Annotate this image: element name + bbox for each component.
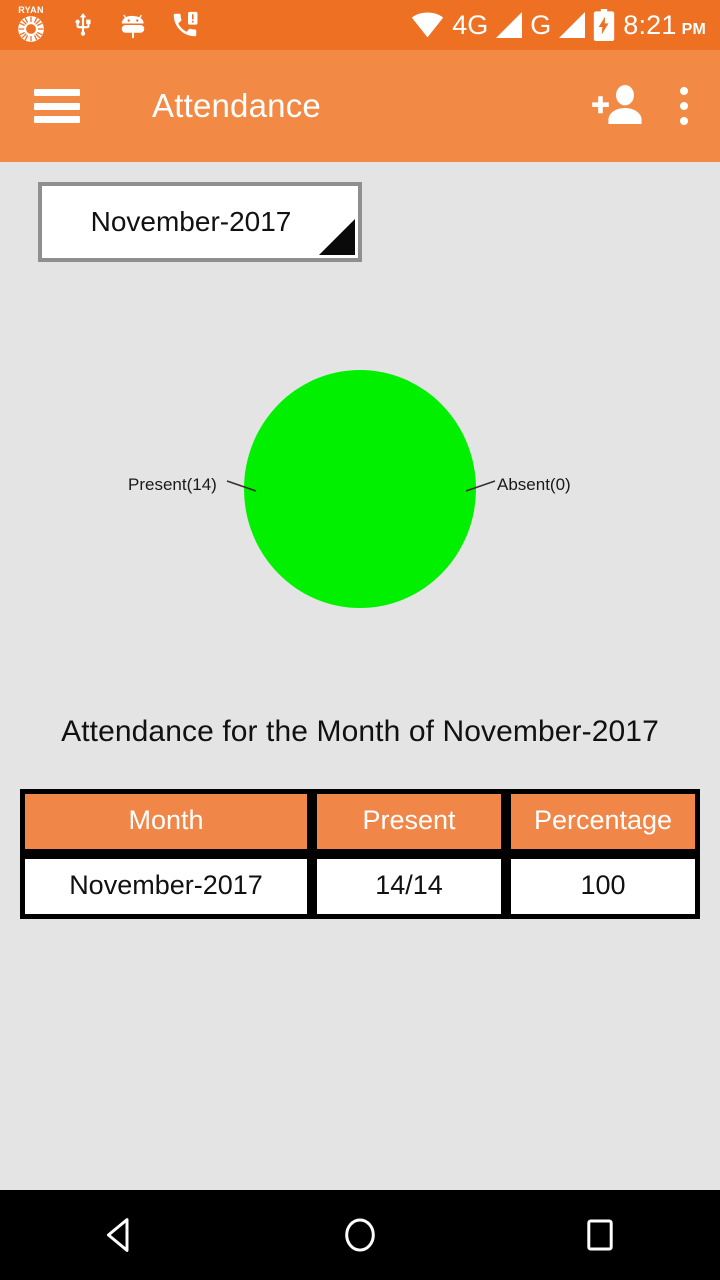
overflow-dot-2 <box>680 102 688 110</box>
network-type-secondary: G <box>530 9 552 40</box>
back-button[interactable] <box>60 1190 180 1280</box>
network-type-primary: 4G <box>452 9 489 40</box>
signal-bars-secondary-icon <box>559 12 586 38</box>
recents-button[interactable] <box>540 1190 660 1280</box>
android-debug-icon <box>121 14 145 39</box>
back-triangle-icon <box>106 1218 129 1252</box>
table-row: November-2017 14/14 100 <box>20 854 700 919</box>
attendance-table: Month Present Percentage November-2017 1… <box>20 789 700 919</box>
app-screen: RYAN 4G G 8:21 PM Attendance November-20… <box>0 0 720 1280</box>
app-bar-actions <box>590 81 720 131</box>
pie-label-absent: Absent(0) <box>497 475 571 494</box>
overflow-dot-3 <box>680 117 688 125</box>
hamburger-bar-1 <box>34 89 80 96</box>
usb-icon <box>75 13 91 36</box>
status-bar-clock: 8:21 PM <box>623 9 706 40</box>
month-spinner-value: November-2017 <box>90 206 292 237</box>
hamburger-bar-3 <box>34 116 80 123</box>
more-vert-icon[interactable] <box>672 81 696 131</box>
pie-leader-lines <box>226 480 496 492</box>
hamburger-icon[interactable] <box>34 89 80 123</box>
clock-ampm: PM <box>681 20 706 38</box>
table-header-present: Present <box>312 789 506 854</box>
attendance-pie-chart: Present(14) Absent(0) <box>0 300 720 680</box>
signal-bars-primary-icon <box>496 12 523 38</box>
battery-charging-icon <box>594 9 615 41</box>
page-title: Attendance <box>152 87 321 124</box>
recents-square-icon <box>587 1219 613 1251</box>
android-navigation-bar <box>0 1190 720 1280</box>
leader-line-absent <box>465 480 496 492</box>
attendance-table-body: November-2017 14/14 100 <box>20 854 700 919</box>
app-bar: Attendance <box>0 50 720 162</box>
clock-time: 8:21 <box>623 9 677 40</box>
dropdown-triangle-icon <box>319 219 355 255</box>
home-button[interactable] <box>300 1190 420 1280</box>
month-spinner[interactable]: November-2017 <box>38 182 362 262</box>
home-circle-icon <box>345 1218 375 1252</box>
ryan-logo-text: RYAN <box>18 5 44 15</box>
cell-present: 14/14 <box>312 854 506 919</box>
status-bar-left-icons: RYAN <box>0 6 200 44</box>
cell-percentage: 100 <box>506 854 700 919</box>
attendance-table-head: Month Present Percentage <box>20 789 700 854</box>
missed-call-icon <box>173 11 198 37</box>
leader-line-present <box>226 480 257 492</box>
cell-month: November-2017 <box>20 854 312 919</box>
ryan-logo-icon: RYAN <box>14 6 48 44</box>
table-header-month: Month <box>20 789 312 854</box>
attendance-summary-heading: Attendance for the Month of November-201… <box>61 715 659 748</box>
overflow-dot-1 <box>680 87 688 95</box>
pie-label-present: Present(14) <box>128 475 217 494</box>
hamburger-bar-2 <box>34 102 80 110</box>
status-bar-right-icons: 4G G 8:21 PM <box>411 9 720 41</box>
table-header-percentage: Percentage <box>506 789 700 854</box>
status-bar: RYAN 4G G 8:21 PM <box>0 0 720 50</box>
add-person-icon[interactable] <box>590 82 646 130</box>
wifi-icon <box>412 12 444 38</box>
table-header-row: Month Present Percentage <box>20 789 700 854</box>
